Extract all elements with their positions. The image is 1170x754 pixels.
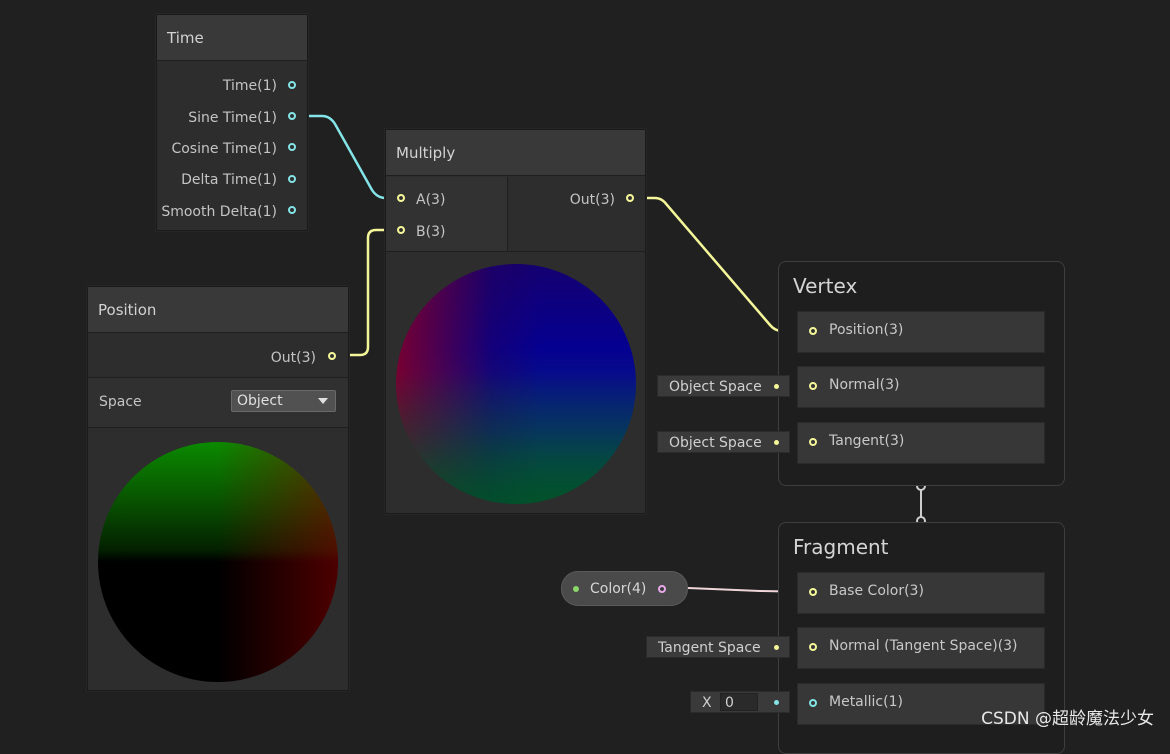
- position-node[interactable]: Position Out(3) Space Object: [87, 286, 349, 691]
- fragment-base-color-block[interactable]: Base Color(3): [797, 572, 1045, 614]
- base-color-label: Base Color(3): [829, 583, 924, 599]
- vertex-normal-port[interactable]: [809, 382, 817, 390]
- smooth-delta-output-port[interactable]: [288, 206, 296, 214]
- metallic-axis-label: X: [702, 695, 712, 711]
- a-input-label: A(3): [416, 192, 446, 208]
- position-preview-sphere: [98, 442, 338, 682]
- color-property-label: Color(4): [590, 581, 647, 597]
- metallic-value-input[interactable]: 0: [720, 693, 758, 711]
- fragment-normal-space-label: Tangent Space: [658, 640, 761, 656]
- fragment-normal-port[interactable]: [809, 643, 817, 651]
- position-space-row: Space Object: [88, 378, 348, 428]
- sine-time-output-label: Sine Time(1): [188, 110, 277, 126]
- metallic-default-dot: [774, 700, 779, 705]
- time-node-title: Time: [157, 15, 307, 61]
- space-dropdown[interactable]: Object: [231, 390, 336, 412]
- vertex-normal-space-label: Object Space: [669, 379, 762, 395]
- space-dropdown-value: Object: [237, 393, 283, 409]
- vertex-position-block[interactable]: Position(3): [797, 311, 1045, 353]
- multiply-node-title: Multiply: [386, 130, 645, 176]
- vertex-normal-space-dot: [774, 384, 779, 389]
- vertex-tangent-space-default[interactable]: Object Space: [657, 431, 790, 453]
- color-property-output-port[interactable]: [658, 585, 666, 593]
- vertex-tangent-block[interactable]: Tangent(3): [797, 422, 1045, 464]
- vertex-tangent-space-label: Object Space: [669, 435, 762, 451]
- vertex-context[interactable]: Vertex Position(3) Normal(3) Tangent(3): [778, 261, 1065, 486]
- vertex-position-port[interactable]: [809, 327, 817, 335]
- base-color-port[interactable]: [809, 588, 817, 596]
- position-output-row: Out(3): [88, 333, 348, 378]
- vertex-title: Vertex: [793, 274, 858, 298]
- vertex-normal-space-default[interactable]: Object Space: [657, 375, 790, 397]
- position-node-title: Position: [88, 287, 348, 333]
- vertex-tangent-label: Tangent(3): [829, 433, 905, 449]
- watermark-text: CSDN @超龄魔法少女: [981, 709, 1154, 729]
- fragment-normal-block[interactable]: Normal (Tangent Space)(3): [797, 627, 1045, 669]
- delta-time-output-port[interactable]: [288, 175, 296, 183]
- vertex-tangent-space-dot: [774, 440, 779, 445]
- a-input-port[interactable]: [397, 194, 405, 202]
- time-output-label: Time(1): [222, 78, 277, 94]
- smooth-delta-output-label: Smooth Delta(1): [161, 204, 277, 220]
- fragment-title: Fragment: [793, 535, 889, 559]
- multiply-preview-sphere: [396, 264, 636, 504]
- vertex-normal-label: Normal(3): [829, 377, 900, 393]
- fragment-normal-space-default[interactable]: Tangent Space: [646, 636, 790, 658]
- fragment-normal-label: Normal (Tangent Space)(3): [829, 638, 1018, 654]
- multiply-output-label: Out(3): [569, 192, 615, 208]
- b-input-port[interactable]: [397, 226, 405, 234]
- sine-time-output-port[interactable]: [288, 112, 296, 120]
- multiply-outputs: Out(3): [508, 177, 645, 252]
- color-property-node[interactable]: Color(4): [561, 571, 688, 606]
- position-output-label: Out(3): [270, 350, 316, 366]
- cosine-time-output-port[interactable]: [288, 143, 296, 151]
- fragment-normal-space-dot: [774, 645, 779, 650]
- vertex-position-label: Position(3): [829, 322, 904, 338]
- vertex-tangent-port[interactable]: [809, 438, 817, 446]
- metallic-port[interactable]: [809, 699, 817, 707]
- metallic-default-field[interactable]: X 0: [690, 691, 790, 713]
- vertex-normal-block[interactable]: Normal(3): [797, 366, 1045, 408]
- space-label: Space: [99, 394, 142, 410]
- color-property-indicator: [573, 586, 579, 592]
- multiply-inputs: A(3) B(3): [386, 177, 508, 251]
- cosine-time-output-label: Cosine Time(1): [171, 141, 277, 157]
- multiply-divider: [386, 251, 645, 252]
- time-node[interactable]: Time Time(1) Sine Time(1) Cosine Time(1)…: [156, 14, 308, 231]
- delta-time-output-label: Delta Time(1): [181, 172, 277, 188]
- chevron-down-icon: [318, 398, 328, 404]
- position-output-port[interactable]: [328, 352, 336, 360]
- multiply-node[interactable]: Multiply A(3) B(3) Out(3): [385, 129, 646, 514]
- time-output-port[interactable]: [288, 81, 296, 89]
- b-input-label: B(3): [416, 224, 446, 240]
- metallic-label: Metallic(1): [829, 694, 903, 710]
- multiply-output-port[interactable]: [626, 194, 634, 202]
